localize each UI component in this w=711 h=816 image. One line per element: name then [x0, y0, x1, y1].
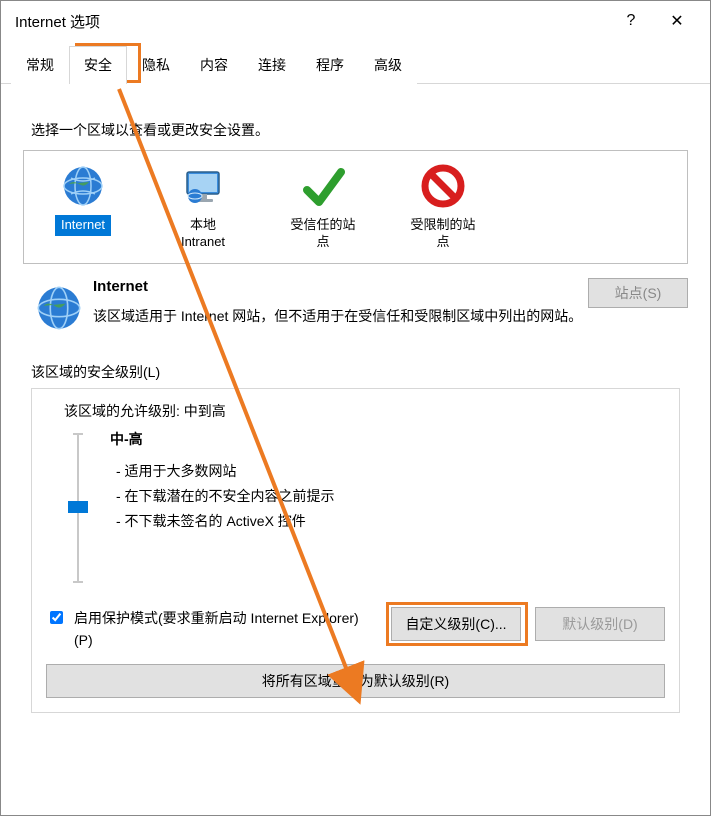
tab-strip: 常规 安全 隐私 内容 连接 程序 高级	[1, 41, 710, 84]
monitor-icon	[180, 163, 226, 209]
close-button[interactable]: ✕	[654, 1, 700, 41]
zone-instruction: 选择一个区域以查看或更改安全设置。	[31, 120, 688, 140]
reset-all-zones-button[interactable]: 将所有区域重置为默认级别(R)	[46, 664, 665, 698]
zone-detail-name: Internet	[93, 278, 588, 295]
zone-internet-label: Internet	[55, 215, 111, 236]
protected-mode-checkbox[interactable]: 启用保护模式(要求重新启动 Internet Explorer)(P)	[46, 607, 377, 652]
zone-intranet-label: 本地 Intranet	[175, 215, 231, 253]
zone-detail: Internet 该区域适用于 Internet 网站，但不适用于在受信任和受限…	[23, 278, 688, 332]
level-name: 中-高	[110, 429, 665, 449]
protected-mode-label: 启用保护模式(要求重新启动 Internet Explorer)(P)	[74, 607, 377, 652]
zone-restricted[interactable]: 受限制的站 点	[394, 163, 492, 253]
tab-panel-security: 选择一个区域以查看或更改安全设置。 Internet	[1, 84, 710, 723]
globe-icon	[60, 163, 106, 209]
zone-internet[interactable]: Internet	[34, 163, 132, 253]
security-level-box: 该区域的允许级别: 中到高 中-高	[31, 388, 680, 713]
tab-general[interactable]: 常规	[11, 46, 69, 84]
zone-list: Internet 本地 Intranet	[23, 150, 688, 264]
no-entry-icon	[420, 163, 466, 209]
zone-intranet[interactable]: 本地 Intranet	[154, 163, 252, 253]
check-icon	[300, 163, 346, 209]
tab-privacy[interactable]: 隐私	[127, 46, 185, 84]
security-level-slider[interactable]	[68, 433, 88, 583]
level-desc-line: - 适用于大多数网站	[116, 459, 665, 484]
zone-description: Internet 该区域适用于 Internet 网站，但不适用于在受信任和受限…	[87, 278, 588, 332]
default-level-button: 默认级别(D)	[535, 607, 665, 641]
zone-detail-text: 该区域适用于 Internet 网站，但不适用于在受信任和受限制区域中列出的网站…	[93, 305, 588, 329]
titlebar: Internet 选项 ? ✕	[1, 1, 710, 41]
tab-advanced[interactable]: 高级	[359, 46, 417, 84]
zone-trusted[interactable]: 受信任的站 点	[274, 163, 372, 253]
level-description: - 适用于大多数网站 - 在下载潜在的不安全内容之前提示 - 不下载未签名的 A…	[110, 459, 665, 535]
security-level-group: 该区域的安全级别(L) 该区域的允许级别: 中到高 中-高	[23, 362, 688, 713]
custom-level-button[interactable]: 自定义级别(C)...	[391, 607, 521, 641]
protected-mode-input[interactable]	[50, 611, 63, 624]
internet-options-dialog: Internet 选项 ? ✕ 常规 安全 隐私 内容 连接 程序 高级 选择一…	[0, 0, 711, 816]
globe-icon	[31, 278, 87, 332]
tab-connections[interactable]: 连接	[243, 46, 301, 84]
sites-button: 站点(S)	[588, 278, 688, 308]
window-title: Internet 选项	[11, 11, 608, 32]
level-desc-line: - 在下载潜在的不安全内容之前提示	[116, 484, 665, 509]
tab-content[interactable]: 内容	[185, 46, 243, 84]
help-button[interactable]: ?	[608, 1, 654, 41]
tab-programs[interactable]: 程序	[301, 46, 359, 84]
security-level-title: 该区域的安全级别(L)	[31, 362, 680, 382]
zone-trusted-label: 受信任的站 点	[284, 215, 361, 253]
zone-restricted-label: 受限制的站 点	[404, 215, 481, 253]
allowed-levels: 该区域的允许级别: 中到高	[64, 401, 665, 421]
tab-security[interactable]: 安全	[69, 46, 127, 84]
level-desc-line: - 不下载未签名的 ActiveX 控件	[116, 509, 665, 534]
